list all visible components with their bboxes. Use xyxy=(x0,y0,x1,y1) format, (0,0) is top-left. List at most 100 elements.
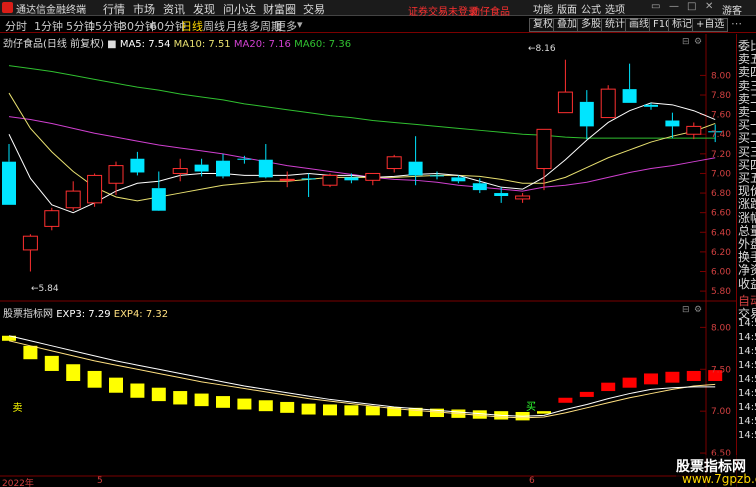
candle-body xyxy=(430,175,444,177)
quote-side-panel: 委比卖五卖四卖三卖二卖一买一买二买三买四买五现价涨跌涨幅总量外盘换手净资收益自动… xyxy=(736,34,756,487)
candle-body xyxy=(258,159,273,178)
y-tick-label: 6.00 xyxy=(711,267,731,277)
candle xyxy=(600,85,616,119)
menu-item-formula[interactable]: 公式 xyxy=(581,1,601,16)
candle-body xyxy=(344,177,359,181)
y-tick-label: 7.00 xyxy=(711,169,731,179)
tab-more[interactable]: 更多 xyxy=(275,18,297,34)
window-maximize-icon[interactable]: □ xyxy=(687,1,696,12)
indicator-bar xyxy=(344,405,359,416)
indicator-bar xyxy=(558,397,573,403)
candle-body xyxy=(622,89,637,103)
indicator-bar xyxy=(665,371,680,383)
candle-body xyxy=(494,193,509,196)
indicator-bar xyxy=(537,411,551,414)
candle-body xyxy=(515,195,531,200)
indicator-bar xyxy=(579,391,594,397)
candle xyxy=(322,173,338,188)
x-axis-month-5: 5 xyxy=(97,476,103,486)
indicator-bar xyxy=(130,383,145,398)
candle xyxy=(515,193,531,203)
sub-y-tick-label: 8.00 xyxy=(711,323,731,333)
side-panel-item: 14:56 xyxy=(738,332,756,344)
tab-15min[interactable]: 15分钟 xyxy=(88,18,124,34)
watermark-url: www.7gpzb.com xyxy=(682,472,756,486)
candle xyxy=(108,161,124,196)
candle-body xyxy=(386,156,402,170)
candle-body xyxy=(472,183,487,191)
buy-signal: 买 xyxy=(526,402,536,413)
low-price-label: ←5.84 xyxy=(31,284,59,294)
sell-signal: 卖 xyxy=(10,402,21,412)
tab-1min[interactable]: 1分钟 xyxy=(34,18,63,34)
indicator-bar xyxy=(365,406,380,416)
trade-login-warning[interactable]: 证券交易未登录 xyxy=(408,3,478,18)
current-stock-name: 劲仔食品 xyxy=(470,7,510,18)
candle xyxy=(2,144,16,205)
indicator-bar xyxy=(23,345,38,360)
indicator-bar xyxy=(44,355,59,371)
window-minimize-icon[interactable]: — xyxy=(669,1,679,12)
sub-y-tick-label: 7.00 xyxy=(711,407,731,417)
indicator-bar xyxy=(66,364,81,381)
candle xyxy=(557,59,573,114)
menu-item-market[interactable]: 市场 xyxy=(133,1,155,17)
candle-body xyxy=(365,172,381,181)
candle xyxy=(472,178,487,194)
side-panel-item: 14:56 xyxy=(738,318,756,330)
menu-item-assistant[interactable]: 问小达 xyxy=(223,1,256,17)
window-close-icon[interactable]: ✕ xyxy=(705,1,713,12)
y-tick-label: 6.80 xyxy=(711,189,731,199)
candle-body xyxy=(194,164,209,172)
candle-body xyxy=(22,235,38,251)
tab-intraday[interactable]: 分时 xyxy=(5,18,27,34)
tab-monthly[interactable]: 月线 xyxy=(226,18,248,34)
side-panel-item: 14:56 xyxy=(738,360,756,372)
add-watchlist-button[interactable]: +自选 xyxy=(692,18,729,32)
y-tick-label: 7.40 xyxy=(711,130,731,140)
window-restore-icon[interactable]: ▭ xyxy=(651,1,660,12)
candle xyxy=(216,153,230,179)
tab-weekly[interactable]: 周线 xyxy=(203,18,225,34)
candle-body xyxy=(301,178,316,180)
candle-body xyxy=(44,210,60,227)
candle-body xyxy=(130,158,145,173)
candle xyxy=(65,181,81,211)
y-tick-label: 8.00 xyxy=(711,71,731,81)
indicator-bar xyxy=(622,377,637,388)
candle xyxy=(644,102,658,110)
candle xyxy=(151,171,166,211)
x-axis-month-6: 6 xyxy=(529,476,535,486)
candle-body xyxy=(665,120,680,127)
menu-item-layout[interactable]: 版面 xyxy=(557,1,577,16)
x-axis-year: 2022年 xyxy=(2,479,34,487)
kline-chart[interactable]: 8.00 7.80 7.60 7.40 7.20 7.00 6.80 6.60 6.40 6.20… xyxy=(0,34,736,487)
y-tick-label: 7.20 xyxy=(711,150,731,160)
menu-item-functions[interactable]: 功能 xyxy=(533,1,553,16)
menu-item-options[interactable]: 选项 xyxy=(605,1,625,16)
chevron-down-icon[interactable]: ▾ xyxy=(297,18,303,31)
side-panel-item: 14:56 xyxy=(738,430,756,442)
settings-icon[interactable]: ⋯ xyxy=(731,17,742,30)
indicator-bar xyxy=(644,373,658,385)
indicator-bar xyxy=(601,382,616,392)
candle-body xyxy=(600,88,616,119)
indicator-bar xyxy=(301,403,316,415)
tab-daily[interactable]: 日线 xyxy=(181,18,203,34)
candle-body xyxy=(451,177,466,182)
sub-y-tick-label: 7.50 xyxy=(711,365,731,375)
user-label[interactable]: 游客 xyxy=(722,2,742,17)
menu-item-trade[interactable]: 交易 xyxy=(303,1,325,17)
candle xyxy=(622,63,637,103)
indicator-bar xyxy=(686,370,701,381)
y-tick-label: 5.80 xyxy=(711,287,731,297)
watermark: 股票指标网 www.7gpzb.com xyxy=(676,455,756,487)
side-panel-item: 14:56 xyxy=(738,388,756,400)
menu-item-discover[interactable]: 发现 xyxy=(193,1,215,17)
side-panel-item: 14:56 xyxy=(738,416,756,428)
menu-item-wealth[interactable]: 财富圈 xyxy=(263,1,296,17)
candle-body xyxy=(237,158,252,160)
menu-item-quotes[interactable]: 行情 xyxy=(103,1,125,17)
candle-body xyxy=(579,101,594,127)
menu-item-news[interactable]: 资讯 xyxy=(163,1,185,17)
